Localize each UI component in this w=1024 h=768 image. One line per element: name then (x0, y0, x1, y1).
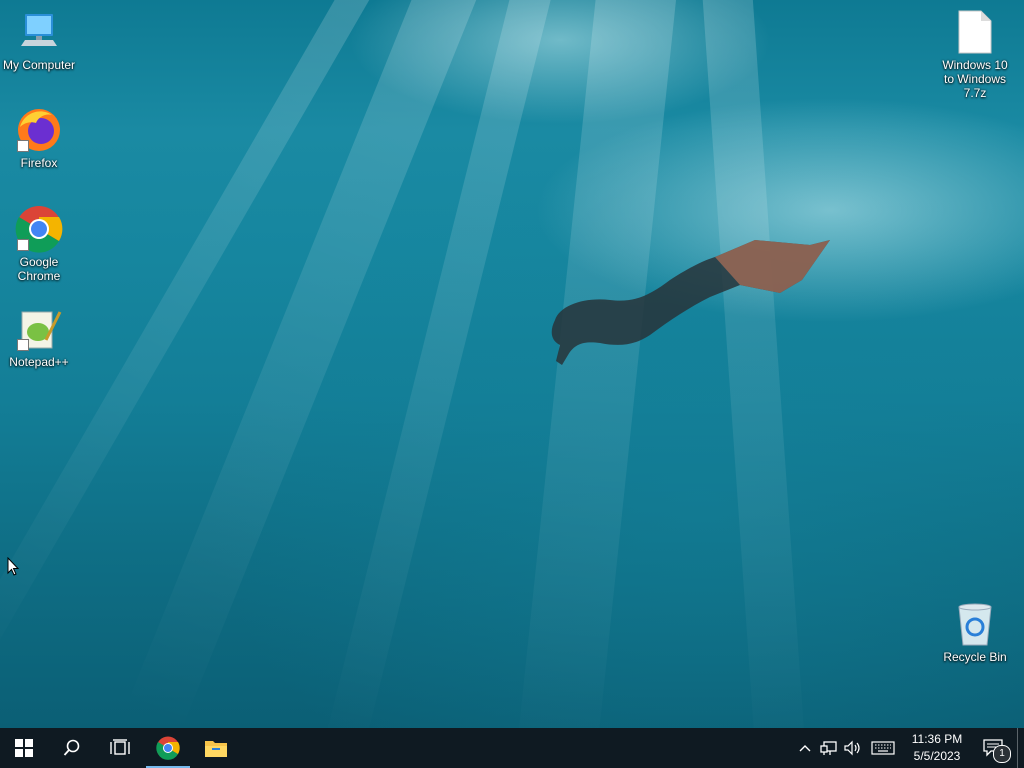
shortcut-arrow-icon (17, 140, 29, 152)
chrome-icon (156, 736, 180, 760)
taskbar-chrome-button[interactable] (144, 728, 192, 768)
windows-logo-icon (15, 739, 33, 757)
search-button[interactable] (48, 728, 96, 768)
system-tray: 11:36 PM 5/5/2023 1 (793, 728, 1024, 768)
show-desktop-button[interactable] (1017, 728, 1024, 768)
desktop-icon-google-chrome[interactable]: Google Chrome (1, 205, 77, 283)
file-icon (951, 8, 999, 56)
desktop-icon-firefox[interactable]: Firefox (1, 106, 77, 170)
show-hidden-icons-button[interactable] (793, 728, 817, 768)
touch-keyboard-button[interactable] (865, 728, 901, 768)
task-view-button[interactable] (96, 728, 144, 768)
desktop-icon-notepadpp[interactable]: Notepad++ (1, 305, 77, 369)
desktop-icon-recycle-bin[interactable]: Recycle Bin (937, 600, 1013, 664)
search-icon (63, 739, 80, 756)
shortcut-arrow-icon (17, 239, 29, 251)
network-button[interactable] (817, 728, 841, 768)
desktop-wallpaper[interactable]: My Computer Firefox Google Chrome Notepa… (0, 0, 1024, 728)
taskbar: 11:36 PM 5/5/2023 1 (0, 728, 1024, 768)
folder-icon (205, 741, 227, 757)
clock-time: 11:36 PM (911, 732, 963, 746)
taskbar-clock[interactable]: 11:36 PM 5/5/2023 (901, 731, 973, 765)
desktop-icon-label: Windows 10 to Windows 7.7z (942, 58, 1008, 100)
chevron-up-icon (799, 745, 811, 752)
mouse-cursor-icon (7, 557, 19, 576)
notification-count-badge: 1 (993, 745, 1011, 763)
keyboard-icon (871, 741, 895, 755)
shortcut-arrow-icon (17, 339, 29, 351)
desktop-icon-label: Firefox (20, 156, 58, 170)
recycle-bin-icon (951, 600, 999, 648)
desktop-icon-archive-file[interactable]: Windows 10 to Windows 7.7z (937, 8, 1013, 100)
desktop-icon-label: My Computer (2, 58, 76, 72)
task-view-icon (110, 739, 130, 755)
desktop-icon-label: Recycle Bin (943, 650, 1007, 664)
volume-button[interactable] (841, 728, 865, 768)
swimmer-image (551, 240, 830, 365)
firefox-icon (15, 106, 63, 154)
light-ray (322, 0, 560, 728)
action-center-button[interactable]: 1 (973, 728, 1013, 768)
desktop-icon-label: Google Chrome (17, 255, 61, 283)
start-button[interactable] (0, 728, 48, 768)
taskbar-file-explorer-button[interactable] (192, 728, 240, 768)
notepadpp-icon (15, 305, 63, 353)
network-icon (820, 741, 837, 755)
desktop-icon-label: Notepad++ (9, 355, 69, 369)
chrome-icon (15, 205, 63, 253)
speaker-icon (844, 740, 860, 756)
clock-date: 5/5/2023 (913, 749, 961, 763)
computer-icon (15, 8, 63, 56)
desktop-icon-my-computer[interactable]: My Computer (1, 8, 77, 72)
